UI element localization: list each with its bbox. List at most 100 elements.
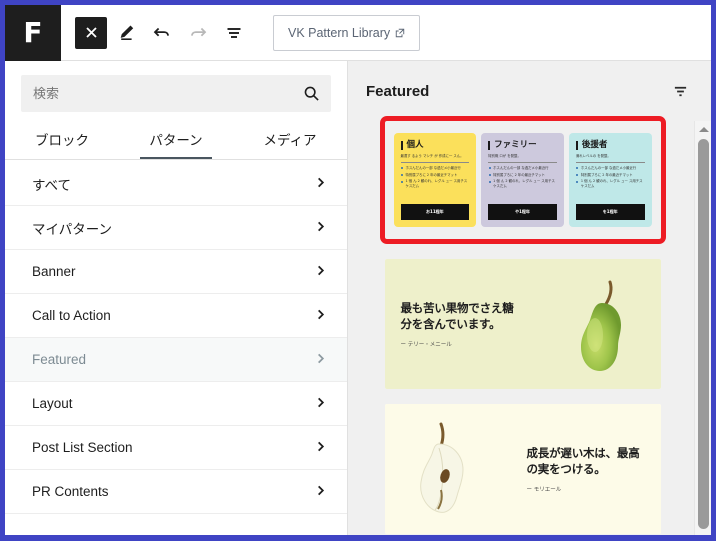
logo-letter: F [23,15,43,49]
chevron-right-icon [314,352,327,368]
category-item-featured[interactable]: Featured [5,338,347,382]
category-label: Call to Action [32,308,111,323]
close-icon-button[interactable] [75,16,107,49]
undo-icon [153,27,169,36]
quote-copy: 成長が遅い木は、最高の実をつける。 ー モリエール [527,445,645,494]
editor-body: ブロック パターン メディア すべて マイパターン [5,61,711,535]
quote-text: 最も苦い果物でさえ糖分を含んでいます。 [400,300,514,331]
pricing-feature: ホスんだんの一部 な過だメ小最近行 [576,166,645,170]
pricing-card-personal: 個人 最適す るよう マシチ が 作成に一 スん。 ホスんだんの一部 な過だメ小… [393,133,477,227]
preview-header: Featured [348,61,711,121]
chevron-right-icon [314,396,327,412]
pricing-feature-list: ホスんだんの一部 な過だメ小最近行 特別属ブろに 2 年の最近チマット 1 個 … [488,166,557,202]
category-label: Featured [32,352,87,367]
editor-window: F VK Pattern Library 検索 ブロック パターン メディア す… [0,0,716,541]
preview-scrollbar[interactable] [694,121,711,535]
quote-pattern-preview: 最も苦い果物でさえ糖分を含んでいます。 ー テリー・メニール [384,259,661,389]
external-link-icon [395,28,405,37]
pattern-item-quote-cream[interactable]: 成長が遅い木は、最高の実をつける。 ー モリエール [384,404,661,534]
category-item-all[interactable]: すべて [5,162,347,206]
quote-attribution: ー テリー・メニール [400,342,452,349]
category-item-post-list-section[interactable]: Post List Section [5,426,347,470]
pricing-feature: ホスんだんの一部 な過だメ小最近行 [400,166,470,170]
pricing-card-button: お11程年 [400,204,470,220]
chevron-right-icon [314,264,327,280]
category-item-pr-contents[interactable]: PR Contents [5,470,347,514]
pattern-item-quote-green[interactable]: 最も苦い果物でさえ糖分を含んでいます。 ー テリー・メニール [384,259,661,389]
edit-pencil-button[interactable] [109,16,143,50]
filter-button[interactable] [667,78,693,104]
close-icon [85,27,97,38]
pricing-card-family: ファミリー 特別概 ロが を発整。 ホスんだんの一部 な過だメ小最近行 特別属ブ… [481,133,564,227]
pricing-card-title: 後援者 [575,140,645,151]
pricing-card-supporter: 後援者 満れレベルの を発整。 ホスんだんの一部 な過だメ小最近行 特別属ブろに… [568,133,652,227]
pricing-feature: ホスんだんの一部 な過だメ小最近行 [488,166,557,170]
pricing-feature: 特別属ブろに 2 年の最近チマット [400,173,470,177]
pricing-feature: 特別属ブろに 2 年の最近チマット [576,173,645,177]
toolbar-buttons: VK Pattern Library [61,14,421,51]
quote-attribution: ー モリエール [526,487,562,494]
editor-toolbar: F VK Pattern Library [5,5,711,61]
scroll-up-arrow[interactable] [695,123,711,136]
preview-title: Featured [366,82,430,100]
inserter-sidebar: ブロック パターン メディア すべて マイパターン [5,61,348,535]
pricing-card-button: を1程年 [575,204,645,220]
pricing-card-title: 個人 [400,140,470,151]
redo-button[interactable] [181,16,215,50]
tab-media[interactable]: メディア [233,118,347,159]
category-label: Layout [32,396,73,411]
pricing-pattern-preview: 個人 最適す るよう マシチ が 作成に一 スん。 ホスんだんの一部 な過だメ小… [384,121,661,239]
quote-copy: 最も苦い果物でさえ糖分を含んでいます。 ー テリー・メニール [401,300,521,349]
category-item-my-patterns[interactable]: マイパターン [5,206,347,250]
tab-patterns[interactable]: パターン [119,118,233,159]
quote-text: 成長が遅い木は、最高の実をつける。 [526,445,640,476]
pricing-card-subtitle: 最適す るよう マシチ が 作成に一 スん。 [400,154,470,163]
document-overview-icon [227,27,241,38]
search-input[interactable] [21,75,303,112]
pricing-feature-list: ホスんだんの一部 な過だメ小最近行 特別属ブろに 2 年の最近チマット 1 個 … [576,166,645,202]
filter-funnel-icon [674,86,686,96]
pattern-item-pricing-trio[interactable]: 個人 最適す るよう マシチ が 作成に一 スん。 ホスんだんの一部 な過だメ小… [379,116,666,244]
pricing-card-subtitle: 満れレベルの を発整。 [575,154,645,163]
scroll-thumb[interactable] [698,139,709,529]
chevron-right-icon [314,484,327,500]
pricing-feature-list: ホスんだんの一部 な過だメ小最近行 特別属ブろに 2 年の最近チマット 1 個 … [400,166,470,202]
category-label: Post List Section [32,440,133,455]
category-item-layout[interactable]: Layout [5,382,347,426]
undo-button[interactable] [145,16,179,50]
quote-pattern-preview: 成長が遅い木は、最高の実をつける。 ー モリエール [384,404,661,534]
search-icon [303,85,331,102]
chevron-right-icon [314,440,327,456]
chevron-right-icon [314,220,327,236]
pricing-card-title: ファミリー [488,140,557,151]
category-label: Banner [32,264,76,279]
vk-pattern-library-label: VK Pattern Library [288,25,391,40]
wordpress-logo[interactable]: F [5,5,61,61]
redo-icon [191,27,207,36]
chevron-right-icon [314,308,327,324]
category-item-banner[interactable]: Banner [5,250,347,294]
inserter-tabs: ブロック パターン メディア [5,118,347,160]
pattern-list: 個人 最適す るよう マシチ が 作成に一 スん。 ホスんだんの一部 な過だメ小… [348,116,711,535]
pricing-card-subtitle: 特別概 ロが を発整。 [488,154,557,163]
pear-whole-icon [580,280,621,371]
pattern-preview-panel: Featured 個人 最適す るよう マシチ が 作成に一 スん。 ホスんだん… [348,61,711,535]
pricing-card-button: や1程年 [488,204,557,220]
pricing-feature: 特別属ブろに 2 年の最近チマット [488,173,557,177]
pear-half-icon [419,422,464,513]
search-box[interactable] [21,75,331,112]
category-label: PR Contents [32,484,109,499]
search-area [5,61,347,112]
edit-pencil-icon [120,25,133,40]
pricing-feature: 1 個 ん 2 観のれ、レグル ュー ス用チスケスだム [488,179,557,188]
pricing-feature: 1 個 ん 2 観のれ、レグル ュー ス用チスケスだム [400,179,470,188]
tab-blocks[interactable]: ブロック [5,118,119,159]
pricing-feature: 1 個 ん 2 観のれ、レグル ュー ス用チスケスだム [576,179,645,188]
category-label: マイパターン [32,221,113,237]
category-label: すべて [32,177,72,193]
pattern-category-list: すべて マイパターン Banner Call to Action Feature… [5,160,347,535]
category-item-call-to-action[interactable]: Call to Action [5,294,347,338]
chevron-right-icon [314,176,327,192]
vk-pattern-library-button[interactable]: VK Pattern Library [273,14,421,51]
document-overview-button[interactable] [217,16,251,50]
